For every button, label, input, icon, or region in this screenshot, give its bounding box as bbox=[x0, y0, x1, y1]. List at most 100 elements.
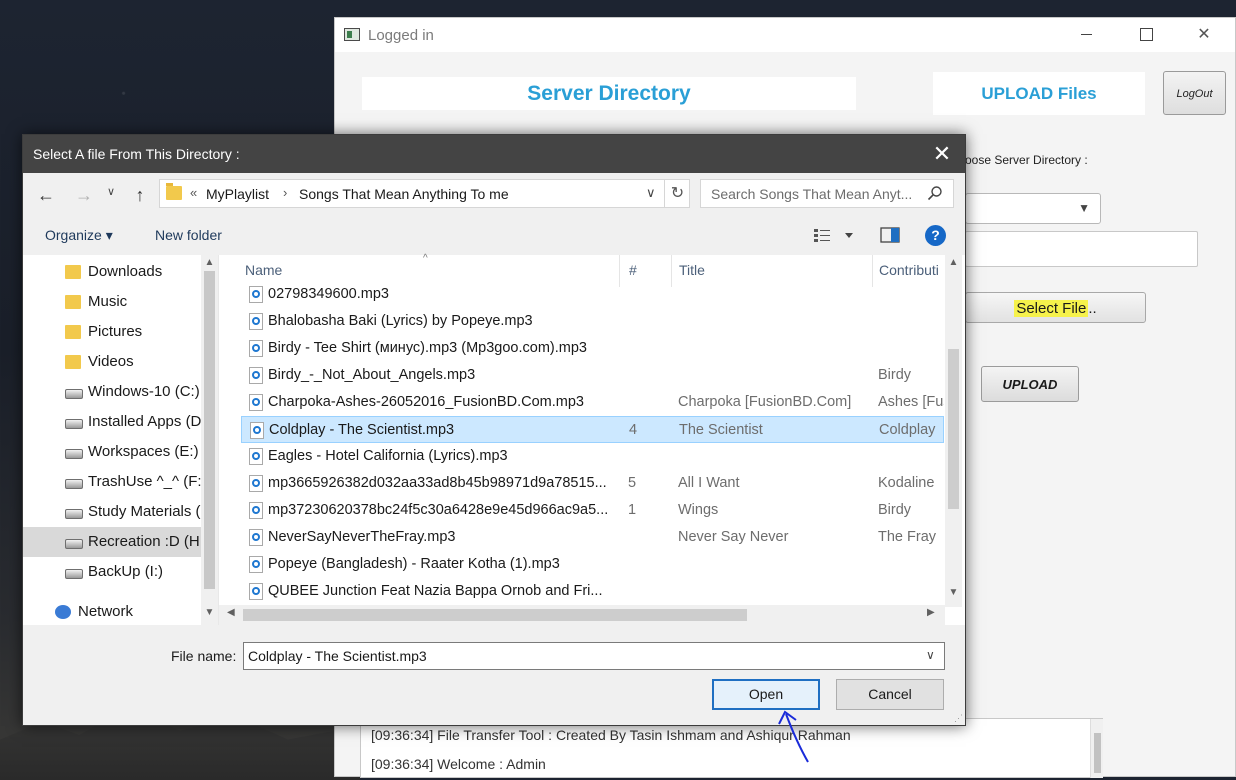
breadcrumb-separator[interactable]: › bbox=[283, 185, 287, 200]
file-contributing-artist: Birdy bbox=[878, 367, 912, 383]
nav-item[interactable]: Windows-10 (C:) bbox=[23, 377, 218, 407]
resize-grip-icon[interactable]: ⋰ bbox=[954, 713, 964, 723]
downloads-folder-icon bbox=[65, 265, 81, 279]
breadcrumb-current-folder[interactable]: Songs That Mean Anything To me bbox=[299, 186, 509, 202]
nav-item[interactable]: Pictures bbox=[23, 317, 218, 347]
help-icon[interactable]: ? bbox=[925, 225, 946, 246]
app-title: Logged in bbox=[368, 27, 434, 44]
audio-file-icon bbox=[249, 340, 263, 357]
log-scrollbar[interactable] bbox=[1090, 719, 1103, 778]
scroll-up-icon[interactable]: ▲ bbox=[945, 257, 962, 268]
file-row[interactable]: Birdy - Tee Shirt (минус).mp3 (Mp3goo.co… bbox=[241, 335, 944, 362]
file-contributing-artist: The Fray bbox=[878, 529, 937, 545]
up-button[interactable]: ↑ bbox=[129, 183, 151, 207]
maximize-button[interactable] bbox=[1117, 18, 1175, 52]
minimize-button[interactable] bbox=[1057, 18, 1115, 52]
dialog-close-button[interactable]: ✕ bbox=[925, 139, 959, 169]
scroll-thumb[interactable] bbox=[243, 609, 747, 621]
pictures-folder-icon bbox=[65, 325, 81, 339]
server-directory-dropdown[interactable]: ▼ bbox=[965, 193, 1101, 224]
file-row[interactable]: Coldplay - The Scientist.mp3 4 The Scienti… bbox=[241, 416, 944, 443]
scroll-up-icon[interactable]: ▲ bbox=[201, 257, 218, 268]
navigation-scrollbar[interactable]: ▲ ▼ bbox=[201, 255, 218, 625]
close-button[interactable]: ✕ bbox=[1175, 18, 1233, 52]
preview-pane-icon[interactable] bbox=[880, 227, 900, 243]
music-folder-icon bbox=[65, 295, 81, 309]
nav-item-label: Installed Apps (D bbox=[88, 413, 202, 430]
audio-file-icon bbox=[250, 422, 264, 439]
chevron-down-icon[interactable]: ∨ bbox=[926, 648, 935, 662]
column-header-number[interactable]: # bbox=[629, 262, 637, 278]
file-row[interactable]: mp37230620378bc24f5c30a6428e9e45d966ac9a… bbox=[241, 497, 944, 524]
search-input[interactable]: Search Songs That Mean Anyt... bbox=[700, 179, 954, 208]
file-row[interactable]: Eagles - Hotel California (Lyrics).mp3 bbox=[241, 443, 944, 470]
sort-ascending-icon: ^ bbox=[423, 253, 428, 264]
upload-files-heading: UPLOAD Files bbox=[933, 72, 1145, 115]
cancel-button[interactable]: Cancel bbox=[836, 679, 944, 710]
scroll-right-icon[interactable]: ▶ bbox=[927, 607, 935, 618]
file-contributing-artist: Coldplay bbox=[879, 422, 936, 438]
log-area: [09:36:34] File Transfer Tool : Created … bbox=[360, 718, 1103, 778]
nav-item[interactable]: Study Materials ( bbox=[23, 497, 218, 527]
file-row[interactable]: Birdy_-_Not_About_Angels.mp3 Birdy bbox=[241, 362, 944, 389]
search-placeholder: Search Songs That Mean Anyt... bbox=[711, 186, 913, 202]
file-path-field[interactable] bbox=[965, 231, 1198, 267]
choose-server-directory-label: oose Server Directory : bbox=[965, 153, 1088, 167]
nav-item[interactable]: Network bbox=[23, 597, 218, 625]
audio-file-icon bbox=[249, 394, 263, 411]
arrow-up-icon: ↑ bbox=[135, 185, 145, 205]
nav-item[interactable]: Installed Apps (D bbox=[23, 407, 218, 437]
nav-item[interactable]: Workspaces (E:) bbox=[23, 437, 218, 467]
folder-icon bbox=[166, 183, 182, 200]
nav-item[interactable]: BackUp (I:) bbox=[23, 557, 218, 587]
nav-item[interactable]: Recreation :D (H bbox=[23, 527, 218, 557]
new-folder-button[interactable]: New folder bbox=[155, 227, 222, 243]
audio-file-icon bbox=[249, 583, 263, 600]
nav-item[interactable]: Music bbox=[23, 287, 218, 317]
refresh-icon: ↻ bbox=[670, 185, 685, 202]
scroll-thumb[interactable] bbox=[204, 271, 215, 589]
breadcrumb-myplaylist[interactable]: MyPlaylist bbox=[206, 186, 269, 202]
file-row[interactable]: Popeye (Bangladesh) - Raater Kotha (1).m… bbox=[241, 551, 944, 578]
nav-item[interactable]: Downloads bbox=[23, 257, 218, 287]
address-bar[interactable]: « MyPlaylist › Songs That Mean Anything … bbox=[159, 179, 690, 208]
file-row[interactable]: NeverSayNeverTheFray.mp3 Never Say Never T… bbox=[241, 524, 944, 551]
refresh-button[interactable]: ↻ bbox=[664, 180, 690, 207]
nav-item-label: BackUp (I:) bbox=[88, 563, 164, 580]
view-options-icon[interactable] bbox=[813, 227, 857, 245]
audio-file-icon bbox=[249, 529, 263, 546]
nav-item[interactable]: Videos bbox=[23, 347, 218, 377]
file-list-horizontal-scrollbar[interactable]: ◀ ▶ bbox=[219, 605, 945, 625]
file-list-vertical-scrollbar[interactable]: ▲ ▼ bbox=[945, 255, 962, 607]
scroll-left-icon[interactable]: ◀ bbox=[227, 607, 235, 618]
column-header-title[interactable]: Title bbox=[679, 262, 705, 278]
dialog-titlebar: Select A file From This Directory : ✕ bbox=[23, 135, 965, 173]
column-header-contributing-artists[interactable]: Contributi bbox=[879, 262, 948, 278]
address-dropdown[interactable]: ∨ bbox=[646, 185, 656, 201]
scroll-down-icon[interactable]: ▼ bbox=[945, 587, 962, 598]
column-header-name[interactable]: Name bbox=[245, 262, 282, 278]
file-row[interactable]: mp3665926382d032aa33ad8b45b98971d9a78515… bbox=[241, 470, 944, 497]
file-row[interactable]: Charpoka-Ashes-26052016_FusionBD.Com.mp3… bbox=[241, 389, 944, 416]
file-name: 02798349600.mp3 bbox=[268, 286, 389, 302]
file-row[interactable]: 02798349600.mp3 bbox=[241, 281, 944, 308]
drive-icon bbox=[65, 569, 83, 579]
scroll-thumb[interactable] bbox=[948, 349, 959, 509]
organize-menu[interactable]: Organize ▾ bbox=[45, 227, 113, 244]
recent-locations-button[interactable]: ∨ bbox=[107, 185, 115, 198]
file-name: Bhalobasha Baki (Lyrics) by Popeye.mp3 bbox=[268, 313, 533, 329]
file-row[interactable]: QUBEE Junction Feat Nazia Bappa Ornob an… bbox=[241, 578, 944, 605]
close-icon: ✕ bbox=[1197, 26, 1211, 43]
file-name-input[interactable]: Coldplay - The Scientist.mp3 ∨ bbox=[243, 642, 945, 670]
upload-button[interactable]: UPLOAD bbox=[981, 366, 1079, 402]
file-name-value: Coldplay - The Scientist.mp3 bbox=[248, 648, 427, 664]
file-contributing-artist: Birdy bbox=[878, 502, 912, 518]
forward-button[interactable]: → bbox=[71, 183, 97, 207]
logout-button[interactable]: LogOut bbox=[1163, 71, 1226, 115]
back-button[interactable]: ← bbox=[33, 183, 59, 207]
file-row[interactable]: Bhalobasha Baki (Lyrics) by Popeye.mp3 bbox=[241, 308, 944, 335]
address-overflow[interactable]: « bbox=[190, 185, 197, 200]
select-file-button[interactable]: Select File.. bbox=[965, 292, 1146, 323]
nav-item[interactable]: TrashUse ^_^ (F:) bbox=[23, 467, 218, 497]
scroll-down-icon[interactable]: ▼ bbox=[201, 607, 218, 618]
